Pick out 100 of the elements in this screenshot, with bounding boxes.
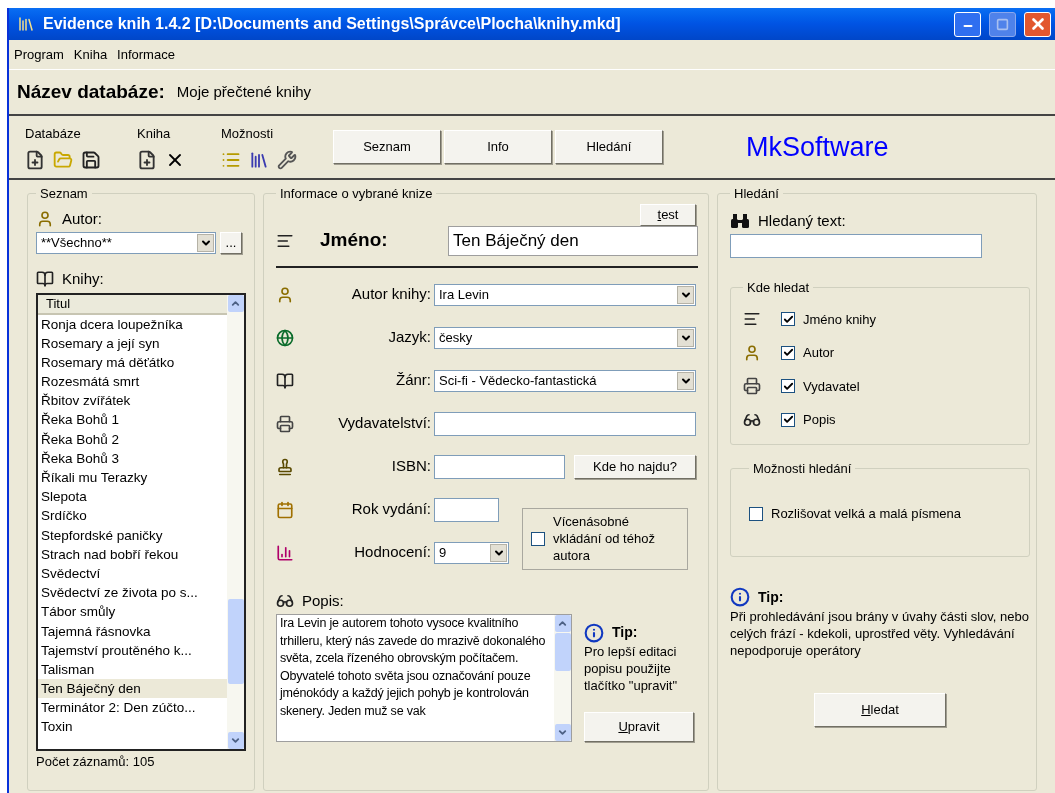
wrench-icon[interactable] xyxy=(277,149,297,170)
check-icon xyxy=(782,414,794,426)
book-list-item[interactable]: Řbitov zvířátek xyxy=(38,391,227,411)
book-icon xyxy=(276,371,294,390)
dropdown-button[interactable] xyxy=(197,234,214,252)
book-list-item[interactable]: Slepota xyxy=(38,487,227,507)
book-list-item[interactable]: Stepfordské paničky xyxy=(38,525,227,545)
author-label: Autor: xyxy=(62,208,103,229)
find-isbn-button[interactable]: Kde ho najdu? xyxy=(574,454,696,479)
book-list-item[interactable]: Strach nad bobří řekou xyxy=(38,544,227,564)
calendar-icon xyxy=(276,500,294,519)
scroll-down-button[interactable] xyxy=(227,731,244,749)
close-button[interactable] xyxy=(1024,11,1051,37)
maximize-icon xyxy=(996,17,1009,31)
book-list-item[interactable]: Svědectví ze života po s... xyxy=(38,583,227,603)
scroll-thumb[interactable] xyxy=(554,633,571,671)
book-list-item[interactable]: Terminátor 2: Den zúčto... xyxy=(38,698,227,718)
binoculars-icon xyxy=(730,212,750,229)
save-icon[interactable] xyxy=(81,149,101,170)
menu-item[interactable]: Program xyxy=(14,44,64,65)
scroll-thumb[interactable] xyxy=(227,598,244,684)
checkbox[interactable] xyxy=(531,531,545,546)
books-icon[interactable] xyxy=(249,149,269,170)
year-input[interactable] xyxy=(434,497,499,522)
book-list-item[interactable]: Řeka Bohů 1 xyxy=(38,410,227,430)
book-icon xyxy=(36,270,54,289)
isbn-input[interactable] xyxy=(434,454,565,479)
scroll-down-button[interactable] xyxy=(554,724,571,741)
person-icon xyxy=(36,209,54,228)
checkbox[interactable] xyxy=(781,345,795,360)
check-icon xyxy=(782,313,794,325)
book-list-item[interactable]: Tajemná řásnovka xyxy=(38,621,227,641)
dropdown-button[interactable] xyxy=(490,543,507,562)
group-title: Seznam xyxy=(39,185,89,203)
field-dropdown[interactable]: česky xyxy=(434,326,696,349)
description-textarea[interactable] xyxy=(276,614,572,742)
search-input[interactable] xyxy=(730,234,982,258)
info-icon xyxy=(730,587,750,607)
maximize-button[interactable] xyxy=(989,11,1016,37)
globe-icon xyxy=(276,328,294,347)
book-list-item[interactable]: Talisman xyxy=(38,659,227,680)
rating-dropdown[interactable]: 9 xyxy=(434,541,509,564)
toolbar-button[interactable]: Info xyxy=(444,130,552,164)
scrollbar[interactable] xyxy=(554,615,571,741)
book-list-item[interactable]: Tábor smůly xyxy=(38,602,227,622)
tip-title: Tip: xyxy=(612,623,638,642)
record-count: Počet záznamů: 105 xyxy=(36,752,156,771)
window-title: Evidence knih 1.4.2 [D:\Documents and Settings\Správce\Plocha\knihy.mkd] xyxy=(43,14,622,34)
field-dropdown[interactable]: Ira Levin xyxy=(434,283,696,306)
name-input[interactable]: Ten Báječný den xyxy=(448,225,698,256)
field-label: Hodnocení: xyxy=(353,542,432,563)
book-list-item[interactable]: Ronja dcera loupežníka xyxy=(38,314,227,334)
checkbox-label: Vydavatel xyxy=(803,377,860,396)
scrollbar[interactable] xyxy=(227,294,244,749)
book-list-item[interactable]: Řeka Bohů 2 xyxy=(38,429,227,449)
book-list-item[interactable]: Rosemary a její syn xyxy=(38,333,227,353)
book-list-item[interactable]: Řeka Bohů 3 xyxy=(38,448,227,468)
checkbox-label: Autor xyxy=(803,344,835,362)
book-list-item[interactable]: Rosemary má děťátko xyxy=(38,352,227,373)
edit-button[interactable]: Upravit xyxy=(584,712,694,742)
checkbox[interactable] xyxy=(749,506,763,521)
checkbox[interactable] xyxy=(781,412,795,427)
brand-logo: MkSoftware xyxy=(746,130,889,164)
dropdown-button[interactable] xyxy=(677,371,694,390)
field-label: Jazyk: xyxy=(387,327,432,348)
database-name: Moje přečtené knihy xyxy=(176,81,312,102)
book-list-item[interactable]: Toxin xyxy=(38,717,227,737)
name-label: Jméno: xyxy=(320,228,389,253)
publisher-input[interactable] xyxy=(434,411,696,436)
menu-item[interactable]: Informace xyxy=(117,44,175,65)
checkbox[interactable] xyxy=(781,379,795,394)
book-list-item[interactable]: Srdíčko xyxy=(38,506,227,526)
stamp-icon xyxy=(276,457,294,476)
checkbox[interactable] xyxy=(781,312,795,327)
group-title: Hledání xyxy=(733,185,780,203)
book-list-item[interactable]: Ten Báječný den xyxy=(38,679,227,699)
menu-item[interactable]: Kniha xyxy=(73,44,108,65)
book-list-item[interactable]: Svědectví xyxy=(38,563,227,584)
person-icon xyxy=(276,285,294,304)
field-dropdown[interactable]: Sci-fi - Vědecko-fantastická xyxy=(434,369,696,392)
new-file-icon[interactable] xyxy=(137,149,157,170)
toolbar-button[interactable]: Hledání xyxy=(555,130,663,164)
dropdown-button[interactable] xyxy=(677,285,694,304)
toolbar-button[interactable]: Seznam xyxy=(333,130,441,164)
test-button[interactable]: test xyxy=(640,203,696,226)
books-label: Knihy: xyxy=(62,269,104,289)
author-filter-dropdown[interactable]: **Všechno** xyxy=(36,232,216,254)
dropdown-button[interactable] xyxy=(677,328,694,347)
book-list-item[interactable]: Tajemství proutěného k... xyxy=(38,640,227,660)
book-list-item[interactable]: Říkali mu Terazky xyxy=(38,468,227,488)
check-icon xyxy=(782,347,794,359)
scroll-up-button[interactable] xyxy=(227,294,244,312)
column-header[interactable]: Titul xyxy=(38,294,227,315)
book-list-item[interactable]: Rozesmátá smrt xyxy=(38,372,227,392)
more-button[interactable]: ... xyxy=(220,232,242,254)
search-button[interactable]: Hledat xyxy=(814,692,946,727)
app-icon xyxy=(17,15,35,33)
group-title: Možnosti hledání xyxy=(752,459,853,478)
minimize-button[interactable] xyxy=(954,11,981,37)
new-file-icon[interactable] xyxy=(25,149,45,170)
